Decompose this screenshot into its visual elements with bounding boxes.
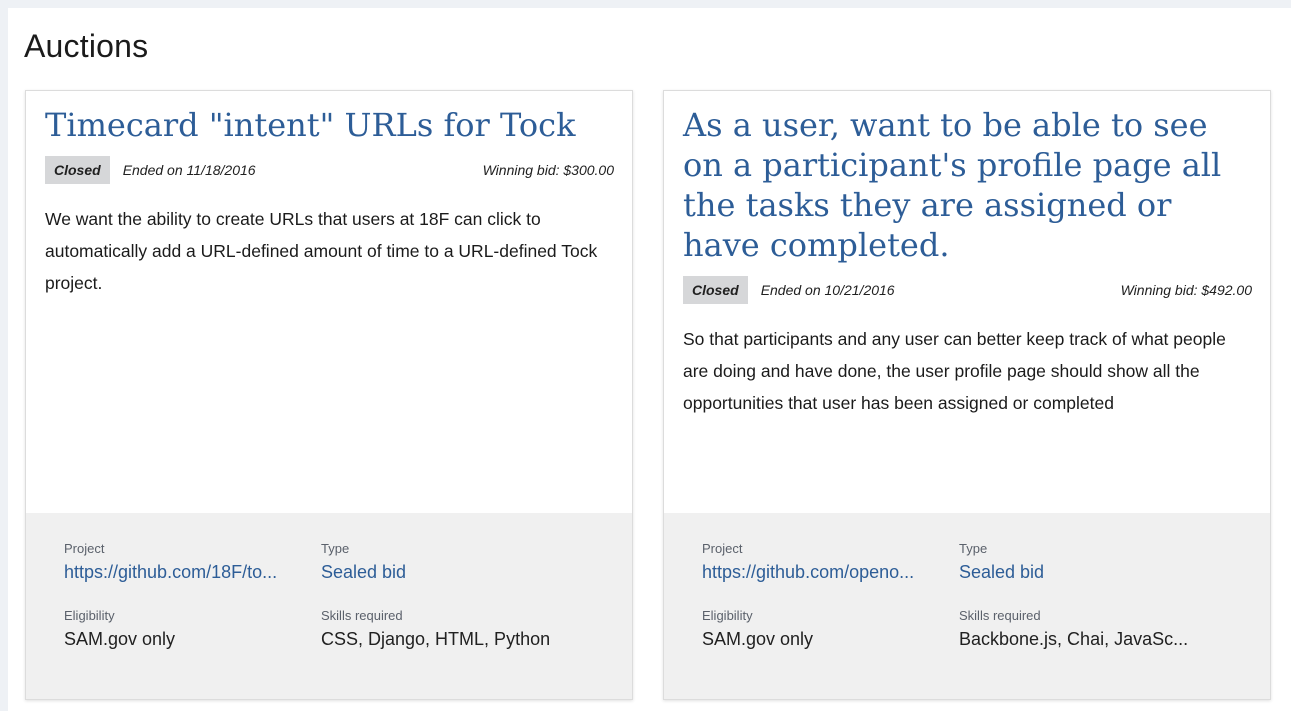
status-badge: Closed — [45, 156, 110, 184]
auction-details: Project https://github.com/18F/to... Typ… — [26, 513, 632, 699]
eligibility-field: Eligibility SAM.gov only — [64, 608, 314, 652]
eligibility-label: Eligibility — [64, 608, 115, 623]
project-field: Project https://github.com/openo... — [702, 541, 952, 585]
skills-label: Skills required — [959, 608, 1041, 623]
auction-description: So that participants and any user can be… — [683, 329, 1226, 413]
skills-value: Backbone.js, Chai, JavaSc... — [959, 629, 1189, 649]
auction-card: Timecard "intent" URLs for Tock Closed E… — [25, 90, 633, 700]
eligibility-label: Eligibility — [702, 608, 753, 623]
eligibility-value: SAM.gov only — [702, 629, 814, 649]
auction-title-link[interactable]: Timecard "intent" URLs for Tock — [45, 105, 614, 145]
skills-label: Skills required — [321, 608, 403, 623]
project-field: Project https://github.com/18F/to... — [64, 541, 314, 585]
project-link[interactable]: https://github.com/openo... — [702, 559, 952, 585]
page: Auctions Timecard "intent" URLs for Tock… — [8, 8, 1291, 711]
skills-field: Skills required Backbone.js, Chai, JavaS… — [959, 608, 1209, 652]
eligibility-field: Eligibility SAM.gov only — [702, 608, 952, 652]
winning-bid: Winning bid: $492.00 — [1120, 282, 1252, 298]
status-badge: Closed — [683, 276, 748, 304]
type-link[interactable]: Sealed bid — [959, 559, 1209, 585]
type-field: Type Sealed bid — [959, 541, 1209, 585]
auction-meta: Closed Ended on 10/21/2016 Winning bid: … — [683, 275, 1252, 305]
winning-bid: Winning bid: $300.00 — [482, 162, 614, 178]
auction-details: Project https://github.com/openo... Type… — [664, 513, 1270, 699]
project-label: Project — [702, 541, 743, 556]
type-label: Type — [321, 541, 350, 556]
auction-card-body: As a user, want to be able to see on a p… — [683, 105, 1252, 419]
project-link[interactable]: https://github.com/18F/to... — [64, 559, 314, 585]
type-link[interactable]: Sealed bid — [321, 559, 571, 585]
ended-date: Ended on 10/21/2016 — [760, 282, 895, 298]
auction-title-link[interactable]: As a user, want to be able to see on a p… — [683, 105, 1252, 265]
skills-field: Skills required CSS, Django, HTML, Pytho… — [321, 608, 571, 652]
eligibility-value: SAM.gov only — [64, 629, 176, 649]
auction-meta: Closed Ended on 11/18/2016 Winning bid: … — [45, 155, 614, 185]
type-field: Type Sealed bid — [321, 541, 571, 585]
auction-card-body: Timecard "intent" URLs for Tock Closed E… — [45, 105, 614, 299]
page-title: Auctions — [24, 28, 149, 64]
ended-date: Ended on 11/18/2016 — [122, 162, 256, 178]
auction-description: We want the ability to create URLs that … — [45, 209, 598, 293]
auction-card: As a user, want to be able to see on a p… — [663, 90, 1271, 700]
project-label: Project — [64, 541, 105, 556]
skills-value: CSS, Django, HTML, Python — [321, 629, 551, 649]
type-label: Type — [959, 541, 988, 556]
